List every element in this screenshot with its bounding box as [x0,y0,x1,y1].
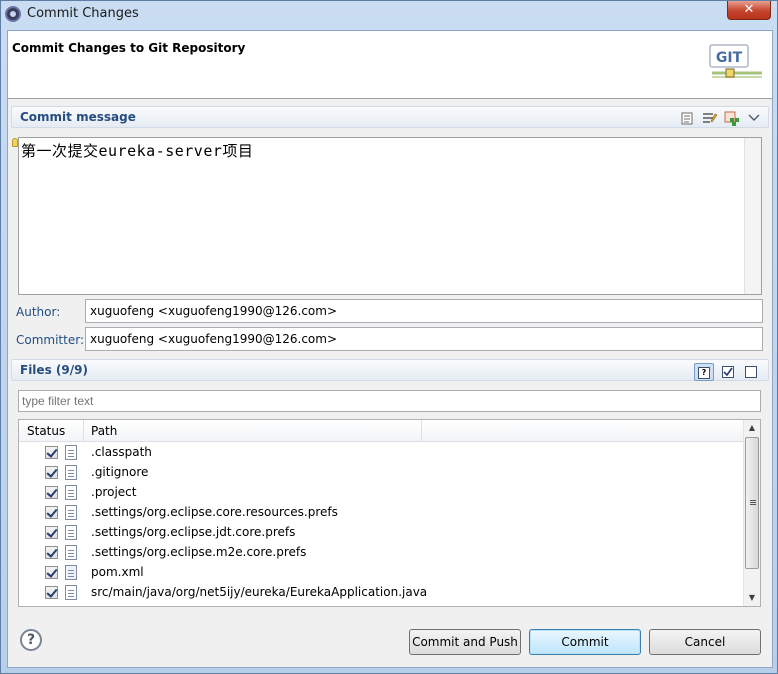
menu-chevron-icon[interactable] [746,110,762,126]
grip-icon [750,500,756,501]
files-section-header: Files (9/9) [11,359,769,381]
path-column-header[interactable]: Path [91,424,117,438]
file-path: src/main/java/org/net5ijy/eureka/EurekaA… [91,585,428,599]
dialog-content: Commit Changes to Git Repository GIT Com… [7,30,773,668]
text-file-icon [65,525,77,540]
git-logo-icon: GIT [709,44,762,78]
checked-checkbox-icon [722,366,734,378]
scroll-down-arrow-icon[interactable]: ▼ [744,590,760,606]
commit-message-textarea[interactable]: 第一次提交eureka-server项目 [18,137,762,295]
file-path: .project [91,485,137,499]
files-table: Status Path .classpath .gitignore .proje… [18,419,761,607]
file-path: .settings/org.eclipse.core.resources.pre… [91,505,338,519]
spellcheck-icon[interactable] [680,110,696,126]
previous-messages-icon[interactable] [702,110,718,126]
column-divider[interactable] [83,420,84,442]
commit-changes-dialog: Commit Changes ✕ Commit Changes to Git R… [0,0,778,674]
table-row[interactable]: .settings/org.eclipse.m2e.core.prefs [19,543,743,563]
untracked-file-icon: ? [698,367,710,379]
show-untracked-button[interactable]: ? [694,363,714,381]
table-row[interactable]: .settings/org.eclipse.jdt.core.prefs [19,523,743,543]
file-path: .settings/org.eclipse.m2e.core.prefs [91,545,307,559]
text-file-icon [65,545,77,560]
eclipse-icon [5,6,21,22]
file-path: .settings/org.eclipse.jdt.core.prefs [91,525,296,539]
file-path: pom.xml [91,565,144,579]
file-checkbox[interactable] [45,446,58,459]
deselect-all-button[interactable] [742,363,762,381]
commit-message-text[interactable]: 第一次提交eureka-server项目 [21,140,253,161]
author-label: Author: [16,305,61,319]
window-title: Commit Changes [27,6,139,21]
scroll-thumb[interactable] [745,437,759,569]
scroll-up-arrow-icon[interactable]: ▲ [744,420,760,436]
column-divider[interactable] [421,420,422,442]
commit-message-section-header: Commit message [11,106,769,128]
file-checkbox[interactable] [45,586,58,599]
file-path: .classpath [91,445,152,459]
table-row[interactable]: .gitignore [19,463,743,483]
text-file-icon [65,505,77,520]
help-icon[interactable]: ? [20,629,42,651]
file-checkbox[interactable] [45,566,58,579]
file-checkbox[interactable] [45,486,58,499]
committer-label: Committer: [16,333,84,347]
table-row[interactable]: pom.xml [19,563,743,583]
maven-file-icon [65,565,77,580]
title-bar[interactable]: Commit Changes ✕ [1,1,777,27]
empty-checkbox-icon [745,366,757,378]
commit-button[interactable]: Commit [529,629,641,655]
file-filter-input[interactable] [18,390,761,412]
close-button[interactable]: ✕ [727,1,771,20]
files-table-scrollbar[interactable]: ▲ ▼ [743,420,760,606]
file-checkbox[interactable] [45,466,58,479]
files-table-header: Status Path [19,420,743,442]
java-file-icon [65,585,77,600]
cancel-button[interactable]: Cancel [649,629,761,655]
text-file-icon [65,465,77,480]
status-column-header[interactable]: Status [27,424,65,438]
xml-file-icon [65,485,77,500]
file-checkbox[interactable] [45,526,58,539]
table-row[interactable]: .project [19,483,743,503]
file-checkbox[interactable] [45,506,58,519]
author-field[interactable]: xuguofeng <xuguofeng1990@126.com> [85,299,763,323]
committer-field[interactable]: xuguofeng <xuguofeng1990@126.com> [85,327,763,351]
files-label: Files (9/9) [20,363,88,377]
table-row[interactable]: .classpath [19,443,743,463]
commit-message-label: Commit message [20,110,136,124]
svg-text:GIT: GIT [716,50,743,66]
dialog-header: Commit Changes to Git Repository GIT [8,31,772,99]
file-checkbox[interactable] [45,546,58,559]
signed-off-icon[interactable] [724,110,740,126]
commit-message-scrollbar[interactable] [744,138,761,294]
file-path: .gitignore [91,465,149,479]
commit-and-push-button[interactable]: Commit and Push [409,629,521,655]
select-all-button[interactable] [719,363,739,381]
table-row[interactable]: src/main/java/org/net5ijy/eureka/EurekaA… [19,583,743,603]
header-title: Commit Changes to Git Repository [12,41,246,55]
table-row[interactable]: .settings/org.eclipse.core.resources.pre… [19,503,743,523]
xml-file-icon [65,445,77,460]
